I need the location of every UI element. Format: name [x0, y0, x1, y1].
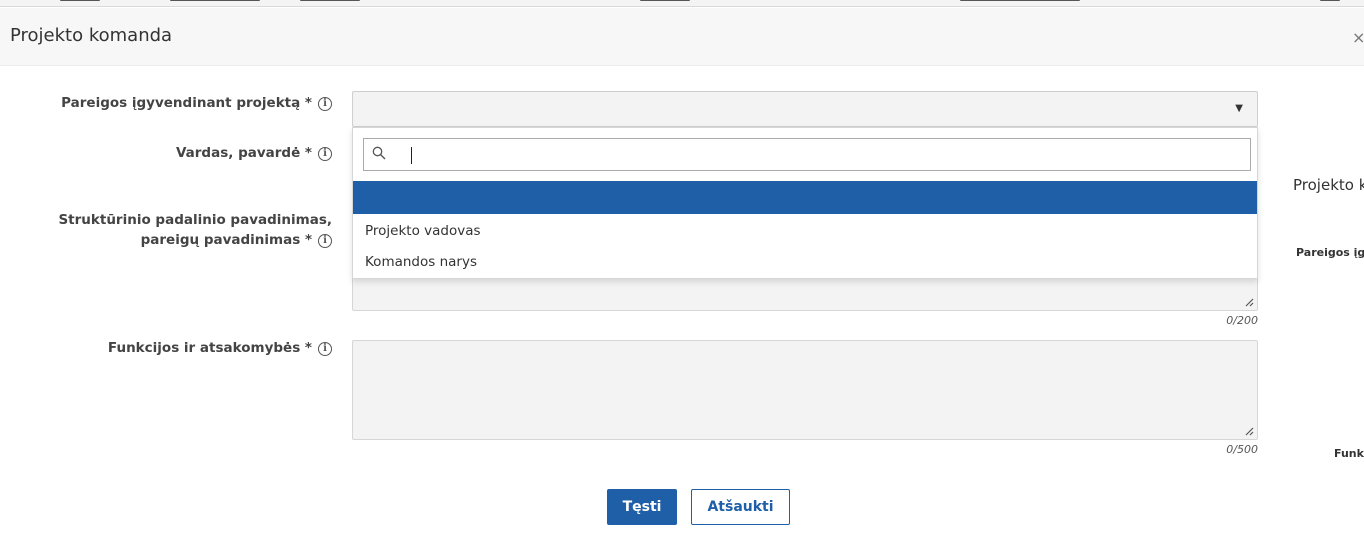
name-label: Vardas, pavardė * i	[176, 143, 332, 163]
resize-handle-icon[interactable]	[1244, 426, 1254, 436]
dropdown-search-input[interactable]	[363, 138, 1251, 171]
background-modal-label: Pareigos įg	[1296, 246, 1364, 259]
background-modal-title: Projekto k	[1293, 176, 1364, 194]
info-icon[interactable]: i	[318, 97, 332, 111]
text-caret	[411, 147, 412, 164]
resize-handle-icon[interactable]	[1244, 297, 1254, 307]
duties-label: Pareigos įgyvendinant projektą * i	[61, 93, 332, 113]
functions-label: Funkcijos ir atsakomybės * i	[108, 338, 332, 358]
background-table-fragments	[0, 0, 1364, 4]
background-table-strip	[0, 0, 1364, 7]
functions-textarea[interactable]	[352, 340, 1258, 440]
duties-dropdown: Projekto vadovas Komandos narys	[352, 127, 1258, 279]
background-modal-label-2: Funk	[1334, 447, 1364, 460]
triangle-down-icon: ▼	[1235, 103, 1243, 114]
functions-label-text: Funkcijos ir atsakomybės *	[107, 340, 312, 356]
search-icon	[372, 146, 386, 160]
duties-label-text: Pareigos įgyvendinant projektą *	[61, 95, 312, 111]
functions-char-counter: 0/500	[1226, 443, 1258, 456]
unit-char-counter: 0/200	[1226, 314, 1258, 327]
modal-title: Projekto komanda	[10, 25, 173, 46]
unit-label-line1: Struktūrinio padalinio pavadinimas,	[58, 212, 332, 228]
info-icon[interactable]: i	[318, 342, 332, 356]
dropdown-option-empty[interactable]	[353, 181, 1257, 214]
dropdown-option[interactable]: Projekto vadovas	[353, 216, 1257, 247]
unit-label-line2: pareigų pavadinimas *	[140, 232, 312, 248]
cancel-button[interactable]: Atšaukti	[691, 489, 790, 525]
name-label-text: Vardas, pavardė *	[175, 145, 312, 161]
duties-select[interactable]: ▼	[352, 91, 1258, 127]
dropdown-option[interactable]: Komandos narys	[353, 247, 1257, 278]
close-button[interactable]: ×	[1352, 28, 1364, 48]
info-icon[interactable]: i	[318, 234, 332, 248]
info-icon[interactable]: i	[318, 147, 332, 161]
unit-label: Struktūrinio padalinio pavadinimas, pare…	[58, 210, 332, 250]
modal-header: Projekto komanda ×	[0, 8, 1364, 66]
continue-button[interactable]: Tęsti	[607, 489, 677, 525]
